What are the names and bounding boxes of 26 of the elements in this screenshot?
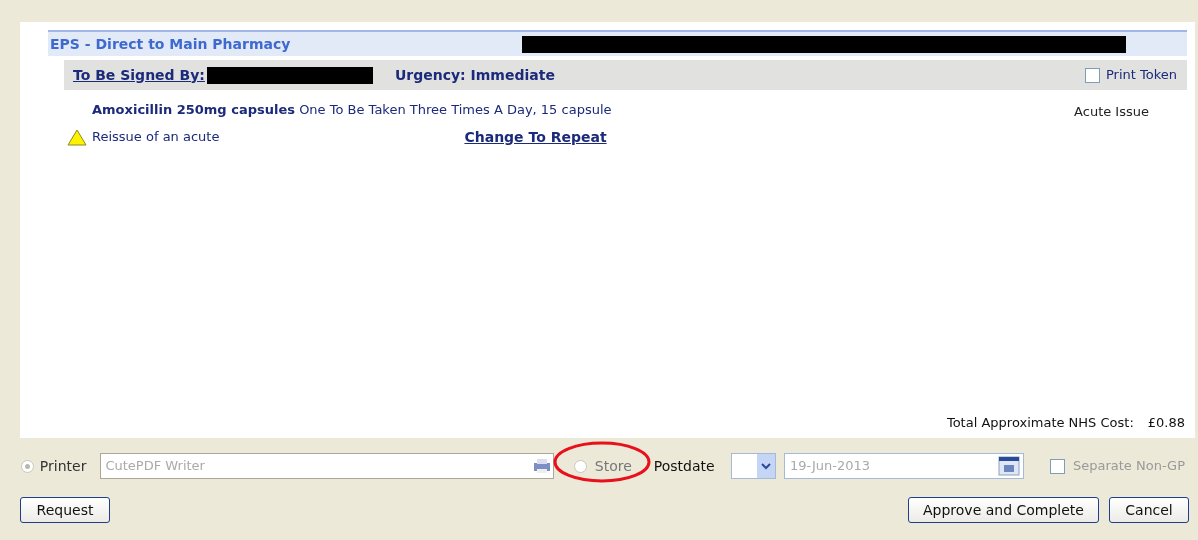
dialog-button[interactable]: Request <box>20 497 110 523</box>
total-cost-value: £0.88 <box>1147 413 1185 432</box>
urgency-label: Urgency: Immediate <box>394 65 555 85</box>
dialog-button[interactable]: Approve and Complete <box>908 497 1099 523</box>
calendar-icon[interactable] <box>998 456 1020 476</box>
dialog-button[interactable]: Cancel <box>1109 497 1189 523</box>
store-label: Store <box>594 456 632 476</box>
postdate-dropdown[interactable] <box>730 453 776 479</box>
signed-by-link[interactable]: To Be Signed By: <box>73 64 205 86</box>
radio-button[interactable] <box>573 459 587 473</box>
postdate-label: Postdate <box>653 456 715 476</box>
radio-button[interactable] <box>21 459 34 473</box>
drug-line: Amoxicillin 250mg capsules One To Be Taken Three Times A Day, 15 capsule <box>92 101 612 119</box>
checkbox[interactable] <box>1084 67 1100 83</box>
checkbox[interactable] <box>1050 458 1065 474</box>
printer-label: Printer <box>39 456 87 476</box>
change-to-repeat-link[interactable]: Change To Repeat <box>464 126 607 148</box>
issue-type: Acute Issue <box>1074 103 1149 121</box>
printer-icon[interactable] <box>532 458 551 474</box>
print-token-label: Print Token <box>1105 66 1177 85</box>
warning-icon <box>67 128 87 146</box>
warning-text: Reissue of an acute <box>92 128 220 147</box>
chevron-down-icon <box>760 462 771 470</box>
total-cost-label: Total Approximate NHS Cost: <box>946 413 1134 432</box>
section-title: EPS - Direct to Main Pharmacy <box>50 34 291 54</box>
separate-non-gp-label: Separate Non-GP <box>1073 457 1185 476</box>
